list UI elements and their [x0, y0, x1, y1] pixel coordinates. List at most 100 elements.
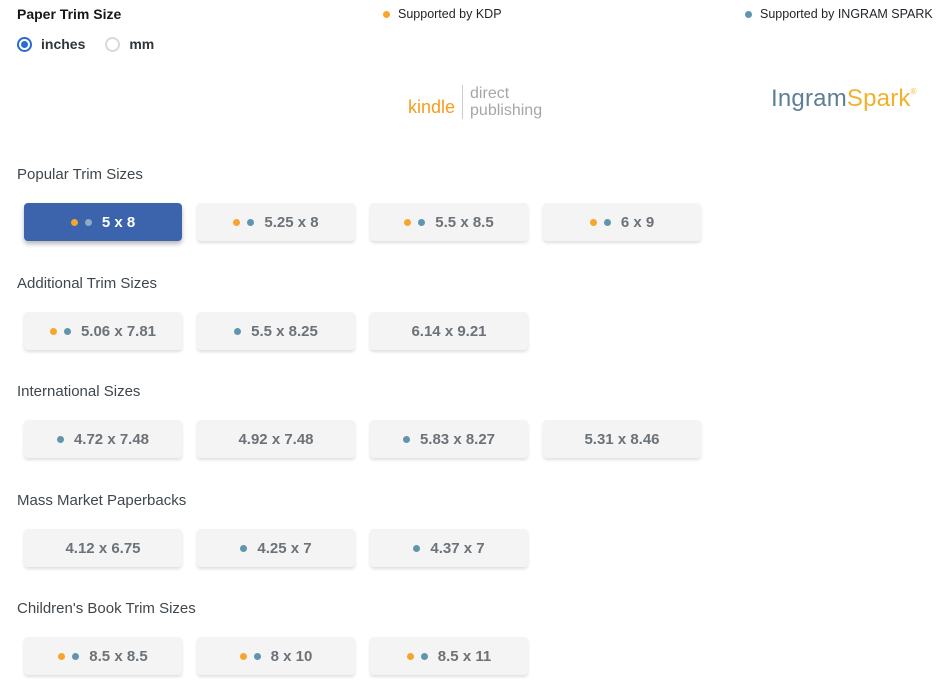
ingramspark-logo-mark: ® — [910, 87, 917, 96]
ingramspark-logo-ingram: Ingram — [771, 85, 847, 112]
ingram-dot-icon — [72, 652, 80, 660]
section-title: Popular Trim Sizes — [17, 166, 143, 183]
ingram-dot-icon — [234, 327, 242, 335]
ingram-dot-icon — [418, 218, 426, 226]
support-dots — [240, 544, 248, 552]
trim-size-button[interactable]: 6.14 x 9.21 — [370, 312, 528, 350]
support-dots — [402, 435, 410, 443]
trim-size-label: 4.72 x 7.48 — [73, 430, 150, 448]
radio-inches-icon[interactable] — [17, 36, 32, 52]
legend-ingram-label: Supported by INGRAM SPARK — [760, 7, 933, 21]
trim-size-button[interactable]: 8.5 x 11 — [370, 637, 528, 675]
support-dots — [239, 652, 261, 660]
unit-label-mm: mm — [129, 36, 155, 52]
ingram-dot-icon — [420, 652, 428, 660]
ingram-dot-icon — [745, 10, 752, 18]
trim-size-label: 6 x 9 — [620, 213, 655, 231]
trim-size-button[interactable]: 5.06 x 7.81 — [24, 312, 182, 350]
size-row: 4.12 x 6.75 4.25 x 7 4.37 x 7 — [24, 529, 528, 567]
trim-size-label: 4.25 x 7 — [257, 539, 312, 557]
trim-size-label: 4.92 x 7.48 — [238, 430, 314, 448]
trim-size-button[interactable]: 4.25 x 7 — [197, 529, 355, 567]
support-dots — [58, 652, 80, 660]
trim-size-button[interactable]: 5.83 x 8.27 — [370, 420, 528, 458]
trim-size-button[interactable]: 5 x 8 — [24, 203, 182, 241]
support-dots — [56, 435, 64, 443]
kdp-logo: kindle direct publishing — [408, 85, 542, 119]
kdp-logo-divider — [462, 85, 464, 119]
kdp-logo-direct: direct — [470, 85, 510, 102]
ingram-dot-icon — [84, 218, 92, 226]
legend-kdp: Supported by KDP — [383, 7, 502, 21]
size-row: 8.5 x 8.5 8 x 10 8.5 x 11 — [24, 637, 528, 675]
unit-label-inches: inches — [41, 36, 86, 52]
trim-size-button[interactable]: 5.5 x 8.5 — [370, 203, 528, 241]
trim-size-label: 8.5 x 11 — [437, 647, 492, 665]
ingram-dot-icon — [603, 218, 611, 226]
ingramspark-logo: IngramSpark® — [771, 85, 917, 113]
trim-size-button[interactable]: 4.37 x 7 — [370, 529, 528, 567]
trim-size-label: 4.12 x 6.75 — [65, 539, 141, 557]
section-title: International Sizes — [17, 383, 141, 400]
support-dots — [49, 327, 71, 335]
trim-size-label: 8 x 10 — [270, 647, 313, 665]
trim-size-label: 5.5 x 8.5 — [435, 213, 494, 231]
kdp-logo-kindle: kindle — [408, 97, 456, 117]
section-title: Mass Market Paperbacks — [17, 492, 187, 509]
trim-size-button[interactable]: 8.5 x 8.5 — [24, 637, 182, 675]
kdp-dot-icon — [239, 652, 247, 660]
section-title: Children's Book Trim Sizes — [17, 600, 196, 617]
trim-size-button[interactable]: 4.12 x 6.75 — [24, 529, 182, 567]
support-dots — [234, 327, 242, 335]
support-dots — [404, 218, 426, 226]
kdp-dot-icon — [70, 218, 78, 226]
legend-kdp-label: Supported by KDP — [398, 7, 502, 21]
kdp-dot-icon — [49, 327, 57, 335]
kdp-dot-icon — [406, 652, 414, 660]
trim-size-button[interactable]: 5.31 x 8.46 — [543, 420, 701, 458]
unit-option-mm[interactable]: mm — [105, 36, 154, 52]
support-dots — [406, 652, 428, 660]
trim-size-label: 4.37 x 7 — [430, 539, 485, 557]
trim-size-section: Popular Trim Sizes 5 x 8 5.25 x 8 5.5 x … — [17, 166, 701, 241]
kdp-dot-icon — [383, 10, 390, 18]
trim-size-button[interactable]: 4.92 x 7.48 — [197, 420, 355, 458]
radio-mm-icon[interactable] — [105, 36, 121, 52]
trim-size-button[interactable]: 5.25 x 8 — [197, 203, 355, 241]
trim-size-label: 5.5 x 8.25 — [251, 322, 318, 340]
legend-ingram: Supported by INGRAM SPARK — [745, 7, 933, 21]
size-row: 5 x 8 5.25 x 8 5.5 x 8.5 6 x 9 — [24, 203, 701, 241]
support-dots — [413, 544, 421, 552]
ingram-dot-icon — [247, 218, 255, 226]
trim-size-section: Mass Market Paperbacks 4.12 x 6.75 4.25 … — [17, 492, 528, 567]
kdp-dot-icon — [404, 218, 412, 226]
kdp-dot-icon — [233, 218, 241, 226]
support-dots — [70, 218, 92, 226]
trim-size-label: 6.14 x 9.21 — [411, 322, 487, 340]
kdp-logo-publishing: publishing — [470, 102, 543, 119]
trim-size-button[interactable]: 8 x 10 — [197, 637, 355, 675]
trim-size-label: 5.31 x 8.46 — [584, 430, 660, 448]
trim-size-label: 5.25 x 8 — [264, 213, 319, 231]
ingram-dot-icon — [413, 544, 421, 552]
kdp-dot-icon — [58, 652, 66, 660]
size-row: 5.06 x 7.81 5.5 x 8.25 6.14 x 9.21 — [24, 312, 528, 350]
unit-toggle: inches mm — [17, 36, 154, 52]
unit-option-inches[interactable]: inches — [17, 36, 85, 52]
trim-size-button[interactable]: 5.5 x 8.25 — [197, 312, 355, 350]
support-dots — [589, 218, 611, 226]
trim-size-button[interactable]: 4.72 x 7.48 — [24, 420, 182, 458]
section-title: Additional Trim Sizes — [17, 275, 158, 292]
ingram-dot-icon — [63, 327, 71, 335]
trim-size-label: 5 x 8 — [101, 213, 136, 231]
ingram-dot-icon — [253, 652, 261, 660]
trim-size-label: 5.06 x 7.81 — [80, 322, 157, 340]
paper-trim-size-panel: Paper Trim Size inches mm Supported by K… — [0, 0, 943, 686]
trim-size-label: 5.83 x 8.27 — [419, 430, 496, 448]
ingramspark-logo-spark: Spark — [846, 85, 911, 112]
ingram-dot-icon — [240, 544, 248, 552]
kdp-dot-icon — [589, 218, 597, 226]
trim-size-button[interactable]: 6 x 9 — [543, 203, 701, 241]
ingram-dot-icon — [402, 435, 410, 443]
support-dots — [233, 218, 255, 226]
